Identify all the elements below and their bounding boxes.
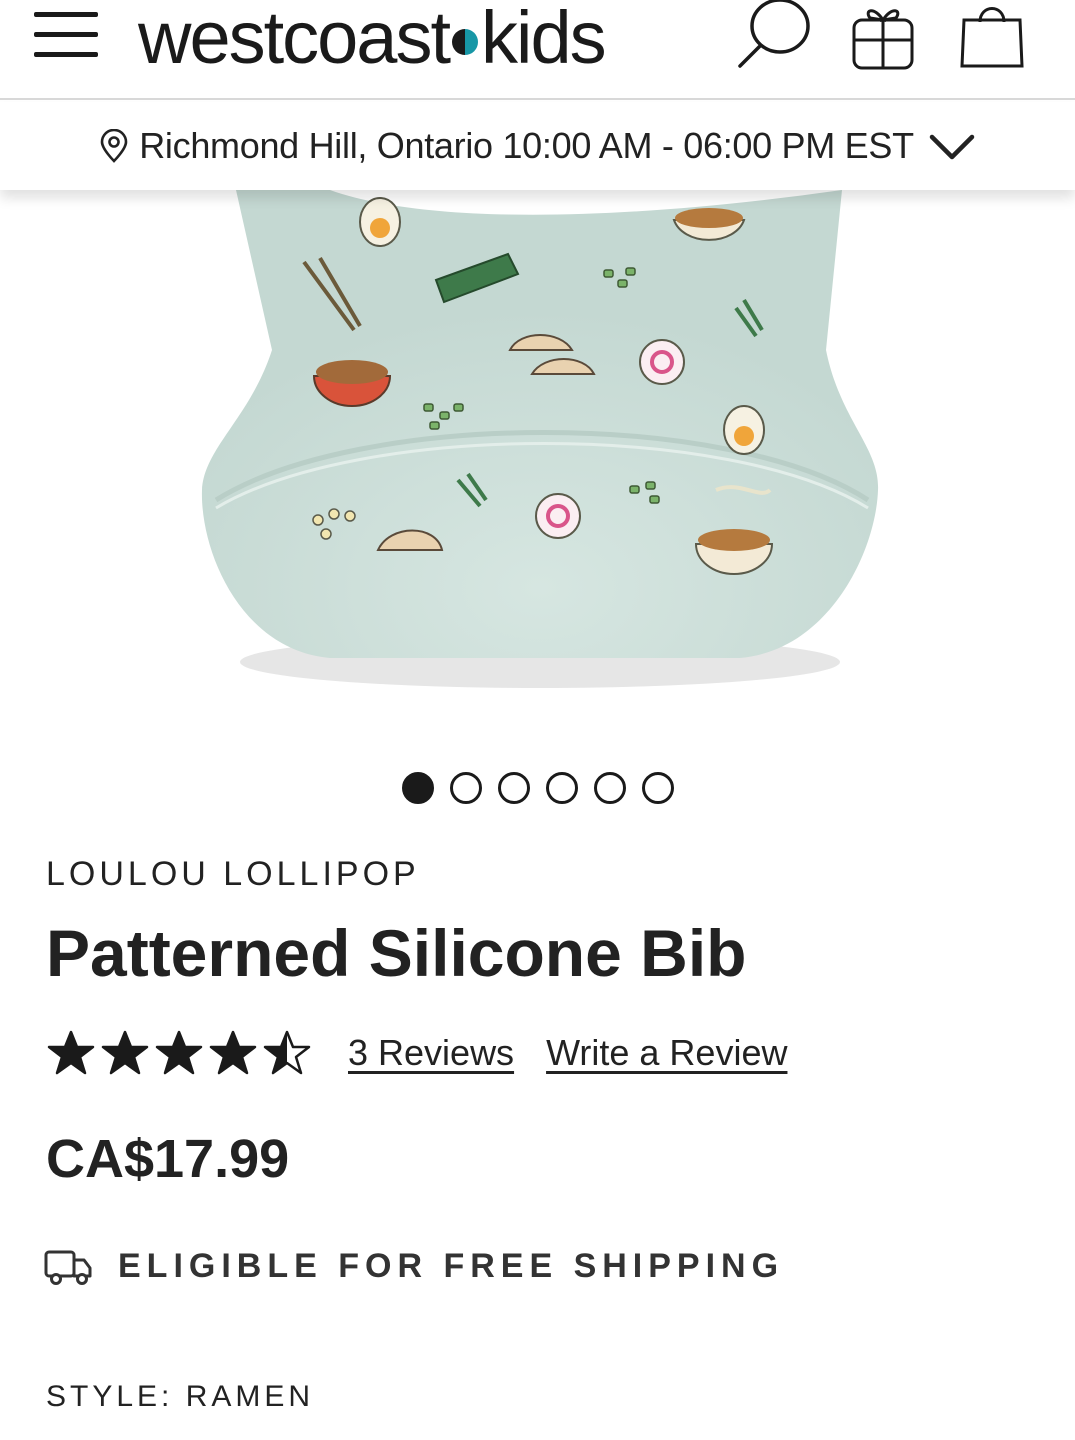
star-icon xyxy=(155,1030,203,1075)
site-logo[interactable]: westcoast kids xyxy=(138,0,607,82)
carousel-dot[interactable] xyxy=(546,772,578,804)
carousel-dot[interactable] xyxy=(450,772,482,804)
site-header: westcoast kids xyxy=(0,0,1075,100)
store-location-text: Richmond Hill, Ontario 10:00 AM - 06:00 … xyxy=(139,125,914,166)
free-shipping-notice: ELIGIBLE FOR FREE SHIPPING xyxy=(44,1246,784,1286)
logo-text-left: westcoast xyxy=(138,0,451,79)
carousel-dot[interactable] xyxy=(402,772,434,804)
store-location-bar[interactable]: Richmond Hill, Ontario 10:00 AM - 06:00 … xyxy=(0,102,1075,190)
rating-stars[interactable] xyxy=(46,1029,316,1077)
star-icon xyxy=(101,1030,149,1075)
product-style: STYLE: RAMEN xyxy=(46,1380,314,1414)
chevron-down-icon[interactable] xyxy=(928,131,976,161)
shopping-bag-icon[interactable] xyxy=(956,0,1028,72)
carousel-dot[interactable] xyxy=(498,772,530,804)
product-rating: 3 Reviews Write a Review xyxy=(46,1028,787,1078)
product-title: Patterned Silicone Bib xyxy=(46,916,747,990)
star-icon xyxy=(47,1030,95,1075)
star-icon xyxy=(209,1030,257,1075)
carousel-dot[interactable] xyxy=(642,772,674,804)
write-review-link[interactable]: Write a Review xyxy=(546,1032,787,1074)
product-image[interactable] xyxy=(0,190,1075,730)
bib-illustration xyxy=(201,190,879,688)
search-icon[interactable] xyxy=(734,0,814,72)
star-icon xyxy=(263,1030,311,1075)
style-value: RAMEN xyxy=(185,1380,315,1413)
logo-text-right: kids xyxy=(481,0,607,79)
gift-icon[interactable] xyxy=(846,0,920,74)
carousel-dot[interactable] xyxy=(594,772,626,804)
product-price: CA$17.99 xyxy=(46,1129,290,1189)
delivery-truck-icon xyxy=(44,1250,92,1285)
menu-icon[interactable] xyxy=(34,10,98,60)
style-label: STYLE: xyxy=(46,1380,174,1413)
reviews-link[interactable]: 3 Reviews xyxy=(348,1032,514,1074)
product-brand[interactable]: LOULOU LOLLIPOP xyxy=(46,855,420,894)
map-pin-icon xyxy=(100,129,128,163)
logo-dot xyxy=(452,29,479,55)
free-shipping-text: ELIGIBLE FOR FREE SHIPPING xyxy=(118,1246,785,1285)
image-carousel-dots xyxy=(402,772,690,804)
